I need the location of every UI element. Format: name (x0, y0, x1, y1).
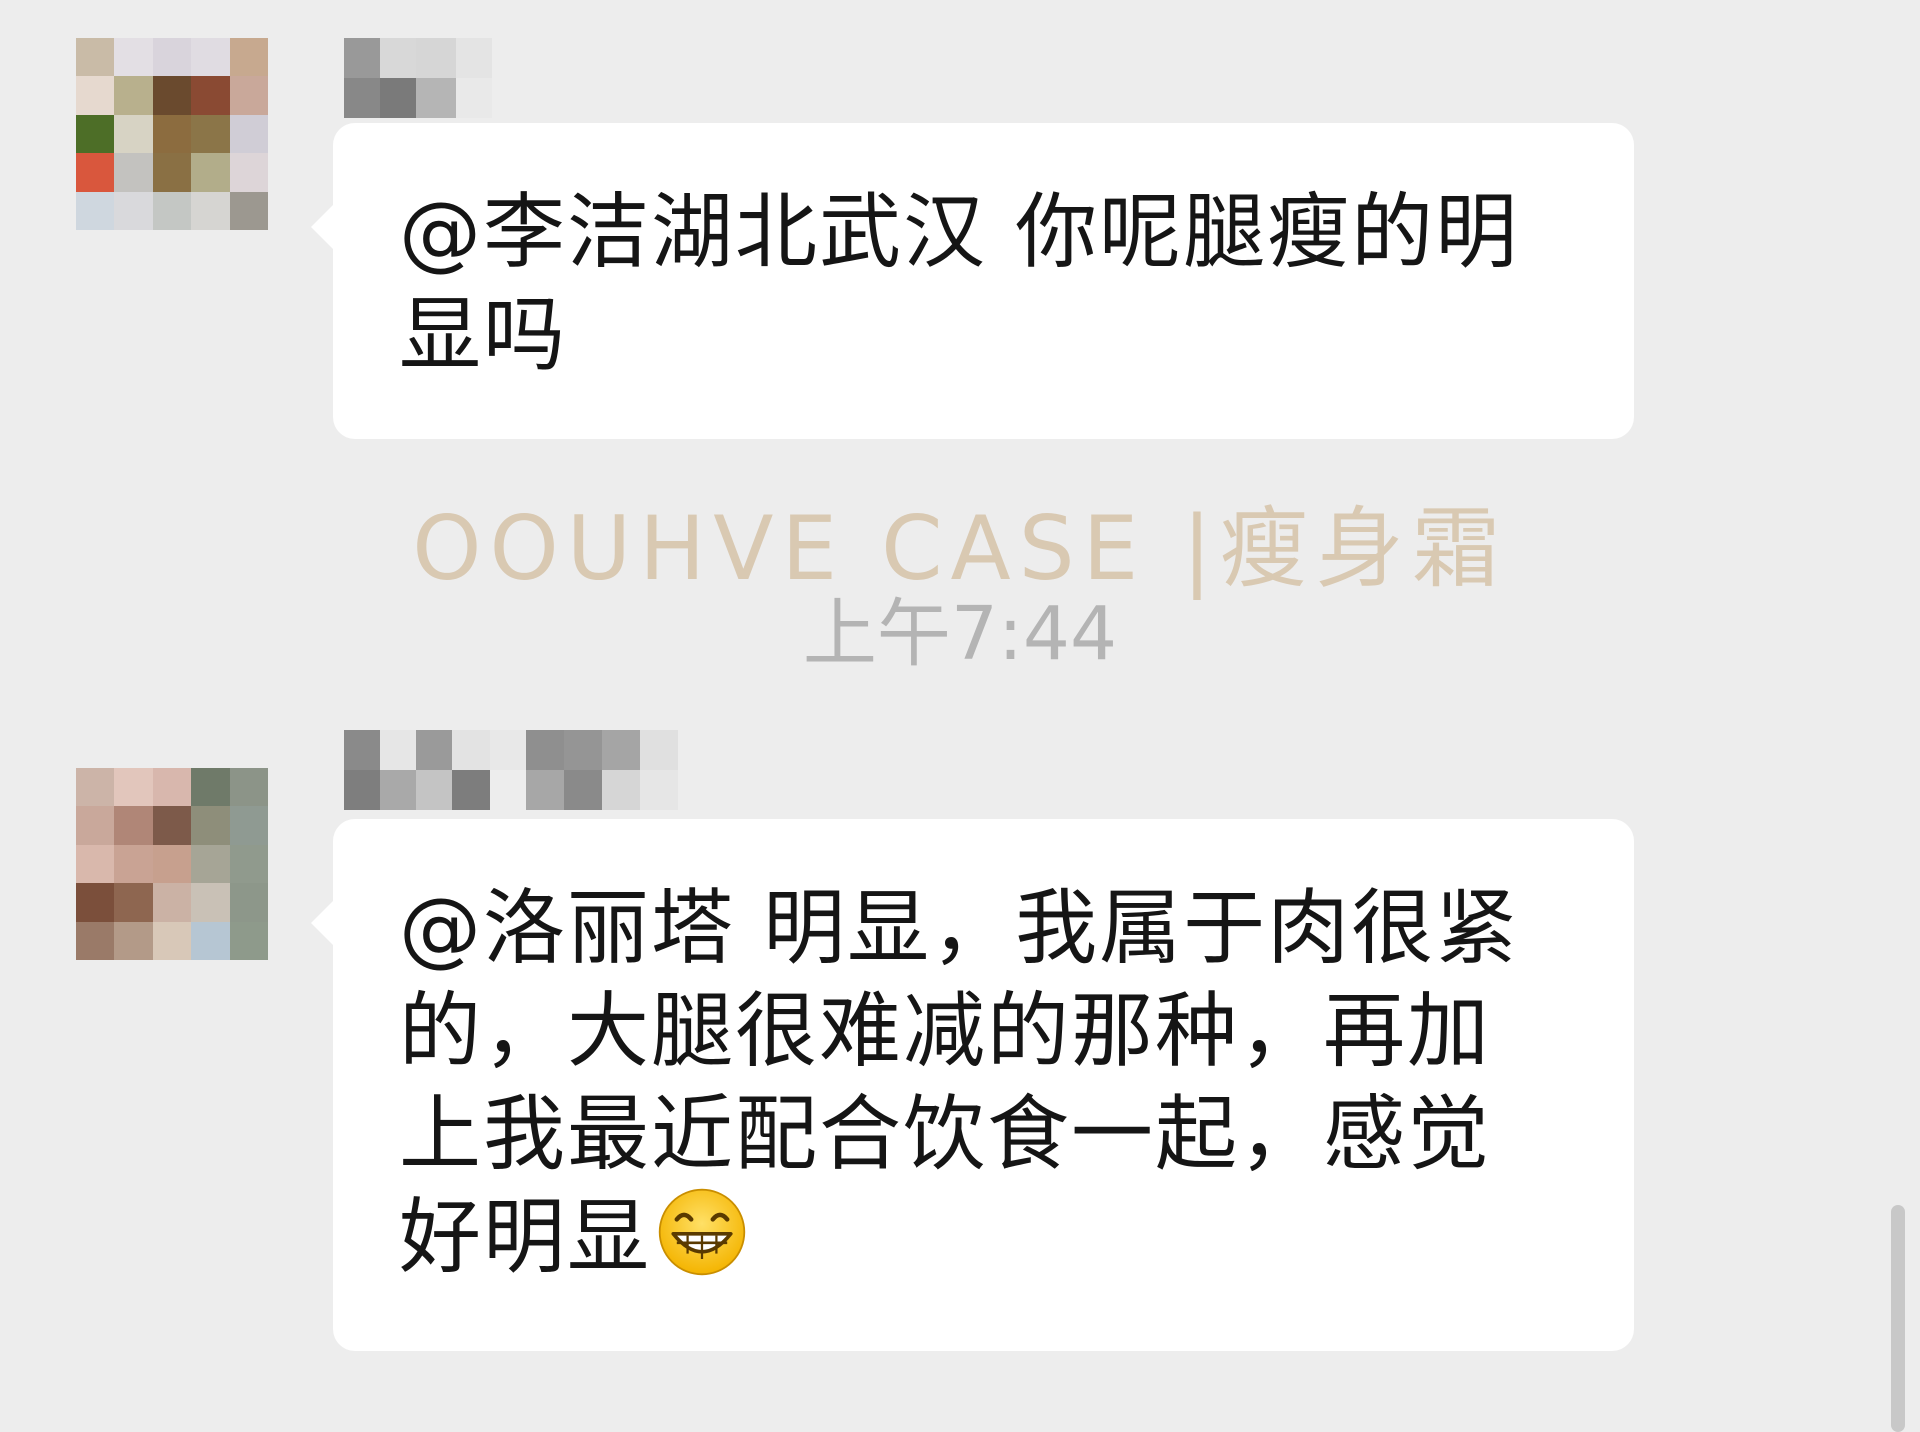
scrollbar[interactable] (1891, 1205, 1905, 1432)
grinning-face-icon (658, 1188, 746, 1276)
message-text-2-content: @洛丽塔 明显，我属于肉很紧的，大腿很难减的那种，再加上我最近配合饮食一起，感觉… (399, 881, 1520, 1285)
sender-avatar-2[interactable] (76, 768, 268, 960)
message-text-1: @李洁湖北武汉 你呢腿瘦的明显吗 (399, 185, 1520, 383)
timestamp: 上午7:44 (802, 591, 1118, 677)
message-text-2: @洛丽塔 明显，我属于肉很紧的，大腿很难减的那种，再加上我最近配合饮食一起，感觉… (399, 877, 1574, 1289)
message-bubble-2[interactable]: @洛丽塔 明显，我属于肉很紧的，大腿很难减的那种，再加上我最近配合饮食一起，感觉… (311, 819, 1634, 1351)
message-bubble-1[interactable]: @李洁湖北武汉 你呢腿瘦的明显吗 (311, 123, 1634, 439)
sender-avatar-1[interactable] (76, 38, 268, 230)
sender-name-2-blurred (344, 730, 678, 810)
sender-name-1-blurred (344, 38, 492, 118)
